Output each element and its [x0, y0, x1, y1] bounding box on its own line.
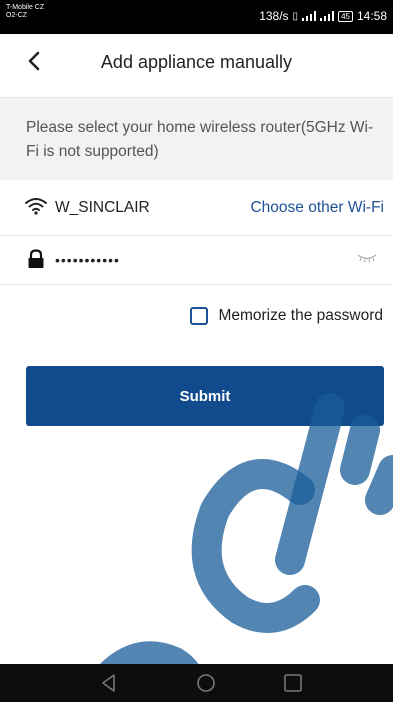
page-title: Add appliance manually: [100, 52, 293, 72]
wifi-row: W_SINCLAIR Choose other Wi-Fi: [0, 181, 393, 236]
system-nav-bar: [0, 664, 393, 702]
password-row: [0, 236, 393, 285]
eye-closed-icon[interactable]: [357, 252, 377, 264]
wifi-icon: [25, 198, 47, 215]
nav-back-icon[interactable]: [98, 672, 120, 694]
choose-other-wifi-link[interactable]: Choose other Wi-Fi: [250, 199, 384, 217]
checkbox[interactable]: [190, 307, 209, 325]
carrier-line-1: T-Mobile CZ: [6, 4, 45, 11]
submit-button[interactable]: Submit: [26, 366, 384, 426]
signal-icon: [302, 11, 317, 21]
clock: 14:58: [356, 9, 387, 23]
nav-recents-icon[interactable]: [282, 672, 304, 694]
info-text: Please select your home wireless router(…: [26, 119, 374, 160]
signal-icon-2: [320, 11, 335, 21]
battery-icon: 45: [338, 10, 353, 22]
memorize-password-checkbox[interactable]: Memorize the password: [190, 304, 383, 328]
carrier-info: T-Mobile CZ O2-CZ: [6, 4, 44, 20]
status-bar: T-Mobile CZ O2-CZ 138/s ▯ 45 14:58: [0, 0, 393, 34]
nav-home-icon[interactable]: [195, 672, 217, 694]
status-right: 138/s ▯ 45 14:58: [259, 9, 387, 23]
memorize-password-label: Memorize the password: [218, 307, 383, 324]
vibrate-icon: ▯: [292, 10, 299, 22]
wifi-ssid: W_SINCLAIR: [55, 199, 150, 216]
app-header: Add appliance manually: [0, 34, 393, 98]
info-banner: Please select your home wireless router(…: [0, 98, 393, 180]
carrier-line-2: O2-CZ: [6, 12, 27, 19]
lock-icon: [28, 249, 44, 268]
network-speed: 138/s: [259, 9, 289, 23]
password-field[interactable]: [55, 248, 335, 272]
